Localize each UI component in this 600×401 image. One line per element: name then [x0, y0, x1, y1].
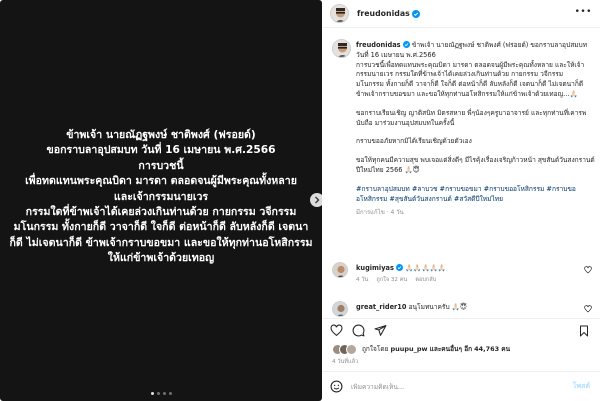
action-bar — [322, 318, 600, 342]
heart-icon[interactable] — [330, 324, 343, 337]
media-line: กรรมใดที่ข้าพเจ้าได้เคยล่วงเกินท่านด้วย … — [25, 206, 297, 219]
bookmark-icon[interactable] — [578, 325, 590, 337]
caption-text: ขอกราบเรียนเชิญ ญาติสนิท มิตรสหาย พี่ๆน้… — [356, 108, 587, 127]
comment-icon[interactable] — [352, 324, 365, 337]
media-line: ก็ดี ไม่เจตนาก็ดี ข้าพเจ้ากราบขอขมา และข… — [9, 236, 313, 249]
comment-text: 🙏🏻🙏🏻🙏🏻🙏🏻🙏🏻 — [405, 264, 447, 272]
media-line: ให้แก่ข้าพเจ้าด้วยเทอญ — [107, 252, 215, 265]
post-media[interactable]: ข้าพเจ้า นายณัฏฐพงษ์ ชาติพงศ์ (ฟรอยด์) ข… — [0, 0, 322, 401]
hashtags[interactable]: #กราบลาอุปสมบท #ลาบวช #กราบขอขมา #กราบขอ… — [356, 185, 596, 205]
comment-body: kugimiyas 🙏🏻🙏🏻🙏🏻🙏🏻🙏🏻 4 วัน ถูกใจ 32 คน ต… — [356, 264, 571, 285]
verified-badge-icon — [402, 41, 410, 48]
comment-text: อนุโมทนาครับ 🙏🏻😇 — [408, 303, 467, 311]
avatar[interactable] — [330, 4, 349, 23]
avatar[interactable] — [332, 301, 348, 317]
avatar[interactable] — [332, 39, 351, 58]
caption-body: freudonidas ข้าพเจ้า นายณัฏฐพงษ์ ชาติพงศ… — [356, 41, 596, 218]
media-line: และเจ้ากรรมนายเวร — [113, 190, 209, 203]
media-line: การบวชนี้ — [138, 159, 184, 172]
post-sidebar: freudonidas ••• freudonidas ข้าพเจ้า นาย… — [322, 0, 600, 401]
avatar — [346, 343, 357, 355]
caption-meta: มีการแก้ไข · 4 วัน — [356, 209, 404, 217]
chevron-right-icon — [315, 196, 320, 204]
comment-age: 4 วัน — [356, 277, 369, 283]
carousel-dot — [150, 392, 154, 395]
verified-badge-icon — [395, 264, 403, 271]
comments-section: freudonidas ข้าพเจ้า นายณัฏฐพงษ์ ชาติพงศ… — [322, 29, 600, 319]
username[interactable]: freudonidas — [357, 9, 410, 18]
comment-likes[interactable]: ถูกใจ 32 คน — [376, 276, 407, 285]
comment-meta: 4 วัน ถูกใจ 32 คน ตอบกลับ — [356, 276, 571, 285]
comment-body: great_rider10 อนุโมทนาครับ 🙏🏻😇 — [356, 303, 571, 312]
comment-username[interactable]: great_rider10 — [356, 303, 406, 311]
media-text: ข้าพเจ้า นายณัฏฐพงษ์ ชาติพงศ์ (ฟรอยด์) ข… — [6, 128, 316, 267]
caption-username[interactable]: freudonidas — [356, 41, 401, 49]
likes-text: ถูกใจโดย puupu_pw และคนอื่นๆ อีก 44,763 … — [362, 344, 510, 354]
media-line: เพื่อทดแทนพระคุณบิดา มารดา ตลอดจนผู้มีพร… — [25, 175, 297, 188]
liker-username[interactable]: puupu_pw — [390, 345, 427, 353]
caption-text: การบวชนี้เพื่อทดแทนพระคุณบิดา มารดา ตลอด… — [356, 60, 585, 79]
more-options-icon[interactable]: ••• — [575, 8, 592, 17]
likes-prefix: ถูกใจโดย — [362, 345, 389, 353]
add-comment-bar: โพสต์ — [322, 371, 600, 401]
likes-count[interactable]: 44,763 — [474, 345, 499, 353]
emoji-icon[interactable] — [330, 380, 343, 393]
post-button[interactable]: โพสต์ — [573, 381, 590, 392]
carousel-dot — [156, 392, 160, 395]
reply-button[interactable]: ตอบกลับ — [415, 276, 436, 285]
carousel-dot — [168, 392, 172, 395]
caption-text: กราบขออภัยหากมิได้เรียนเชิญด้วยตัวเอง — [356, 137, 472, 146]
verified-badge-icon — [411, 9, 420, 18]
comment-input[interactable] — [351, 382, 551, 391]
share-icon[interactable] — [374, 324, 387, 337]
media-line: ข้าพเจ้า นายณัฏฐพงษ์ ชาติพงศ์ (ฟรอยด์) — [66, 129, 256, 141]
carousel-indicator — [0, 392, 322, 395]
heart-icon[interactable] — [584, 266, 592, 274]
liker-avatars — [332, 343, 357, 355]
media-line: ขอกราบลาอุปสมบท วันที่ 16 เมษายน พ.ศ.256… — [46, 144, 276, 157]
avatar[interactable] — [332, 262, 348, 278]
caption-text: มโนกรรม ทั้งกายก็ดี วาจาก็ดี ใจก็ดี ต่อห… — [356, 80, 584, 98]
comment-username[interactable]: kugimiyas — [356, 264, 394, 272]
caption-text: ขอให้ทุกคนมีความสุข พบเจอแต่สิ่งดีๆ มีไร… — [356, 156, 595, 174]
post-date: 4 วันที่แล้ว — [332, 359, 359, 365]
likes-suffix: คน — [501, 345, 511, 353]
likes-summary[interactable]: ถูกใจโดย puupu_pw และคนอื่นๆ อีก 44,763 … — [332, 342, 594, 356]
heart-icon[interactable] — [584, 305, 592, 313]
post-header: freudonidas ••• — [322, 0, 600, 28]
carousel-dot — [162, 392, 166, 395]
likes-middle[interactable]: และคนอื่นๆ อีก — [430, 345, 472, 353]
media-line: มโนกรรม ทั้งกายก็ดี วาจาก็ดี ใจก็ดี ต่อห… — [13, 221, 309, 234]
